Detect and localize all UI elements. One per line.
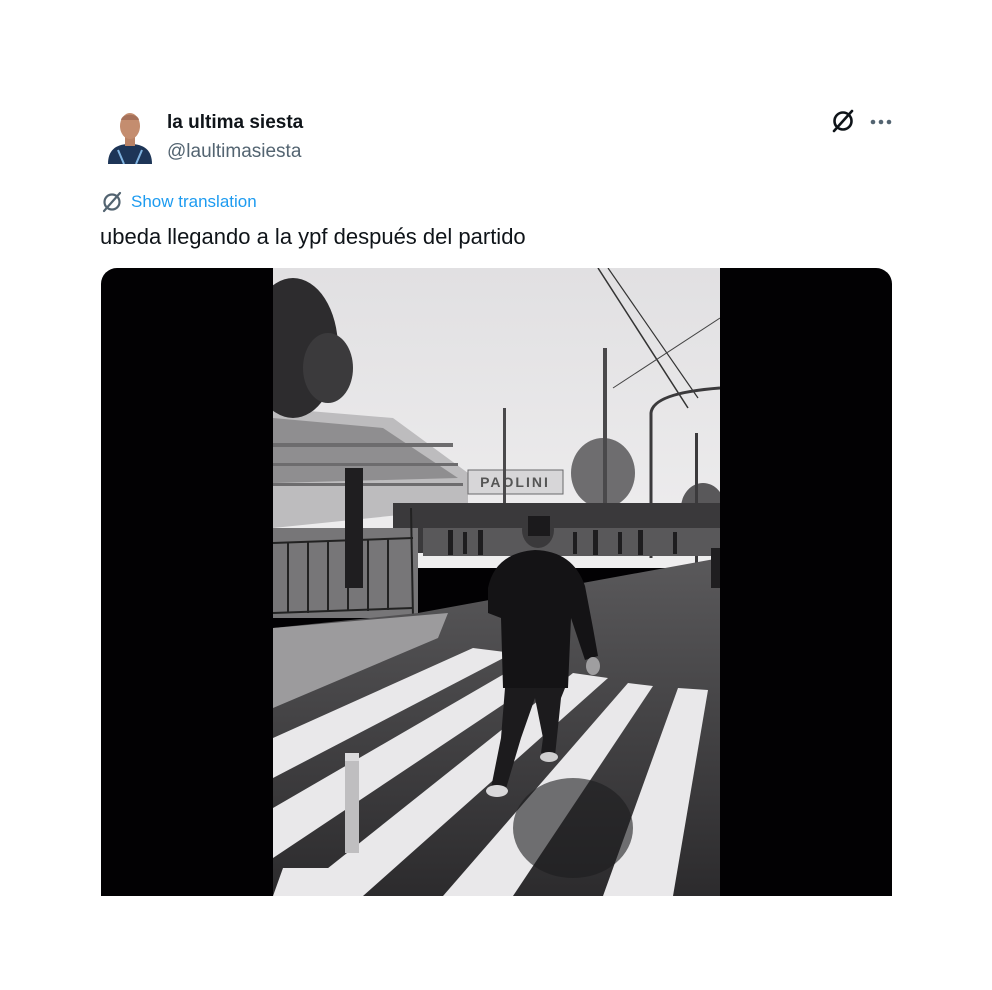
grok-icon[interactable]: [830, 108, 856, 134]
show-translation-link[interactable]: Show translation: [100, 189, 257, 215]
author-display-name[interactable]: la ultima siesta: [167, 112, 303, 134]
more-icon[interactable]: [868, 110, 894, 134]
video-frame: PAOLINI: [273, 268, 720, 896]
tweet-text: ubeda llegando a la ypf después del part…: [100, 224, 526, 249]
translate-icon: [100, 190, 124, 214]
author-handle[interactable]: @laultimasiesta: [167, 141, 301, 163]
avatar[interactable]: [104, 106, 156, 164]
paolini-sign: PAOLINI: [480, 474, 550, 490]
tweet-video[interactable]: PAOLINI: [101, 268, 892, 896]
show-translation-label: Show translation: [131, 192, 257, 211]
